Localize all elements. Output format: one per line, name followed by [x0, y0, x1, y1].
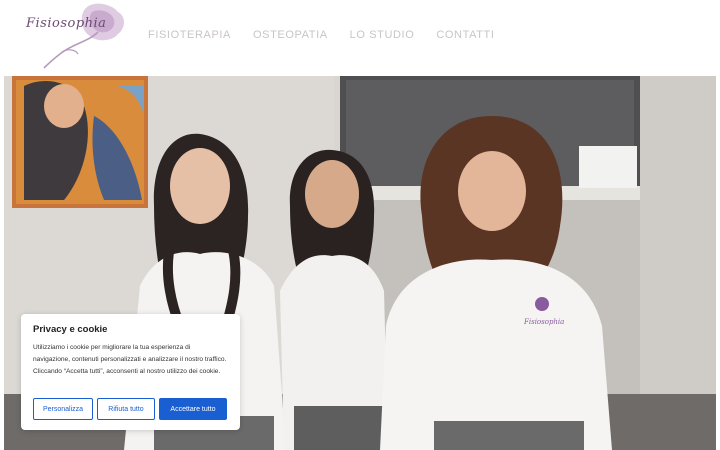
reject-all-button[interactable]: Rifiuta tutto — [97, 398, 155, 420]
customize-button[interactable]: Personalizza — [33, 398, 93, 420]
flower-logo-icon — [43, 3, 124, 69]
nav-item-contatti[interactable]: CONTATTI — [436, 28, 494, 42]
logo-text: Fisiosophia — [26, 16, 107, 31]
nav-item-fisioterapia[interactable]: FISIOTERAPIA — [148, 28, 231, 42]
main-nav: FISIOTERAPIA OSTEOPATIA LO STUDIO CONTAT… — [148, 28, 517, 42]
cookie-banner: Privacy e cookie Utilizziamo i cookie pe… — [21, 314, 240, 430]
accept-all-button[interactable]: Accettare tutto — [159, 398, 227, 420]
site-logo[interactable]: Fisiosophia — [22, 2, 134, 72]
cookie-text: Utilizziamo i cookie per migliorare la t… — [33, 344, 227, 375]
shirt-logo-text: Fisiosophia — [523, 318, 564, 326]
cookie-buttons: Personalizza Rifiuta tutto Accettare tut… — [33, 398, 227, 420]
nav-item-osteopatia[interactable]: OSTEOPATIA — [253, 28, 328, 42]
site-header: Fisiosophia FISIOTERAPIA OSTEOPATIA LO S… — [0, 0, 720, 76]
nav-item-lo-studio[interactable]: LO STUDIO — [350, 28, 415, 42]
page: Fisiosophia FISIOTERAPIA OSTEOPATIA LO S… — [0, 0, 720, 450]
cookie-title: Privacy e cookie — [33, 324, 108, 335]
